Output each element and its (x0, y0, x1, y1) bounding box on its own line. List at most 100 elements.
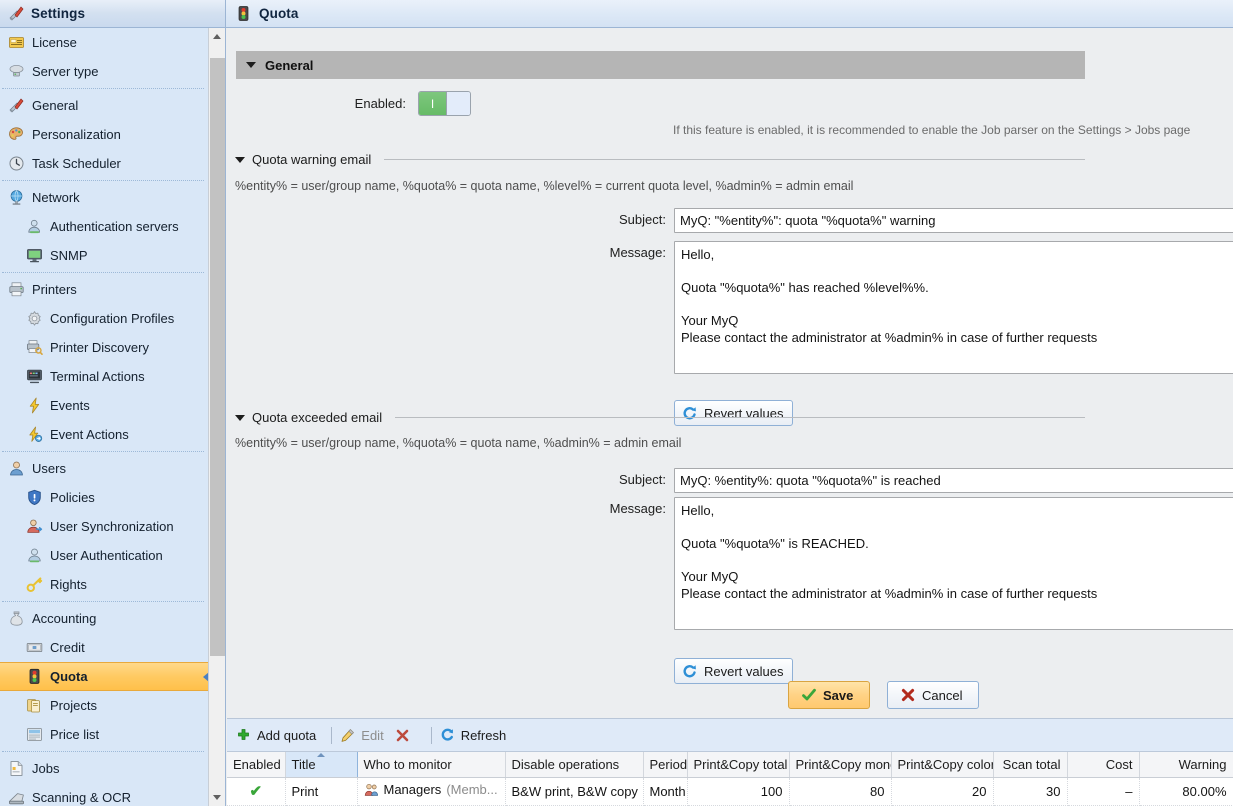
sidebar-item-label: Events (50, 398, 90, 413)
sidebar-item-configuration-profiles[interactable]: Configuration Profiles (0, 304, 208, 333)
column-header-cost[interactable]: Cost (1067, 752, 1139, 777)
sidebar-item-personalization[interactable]: Personalization (0, 120, 208, 149)
scrollbar-thumb[interactable] (210, 58, 225, 656)
cancel-button[interactable]: Cancel (887, 681, 979, 709)
column-header-scan-total[interactable]: Scan total (993, 752, 1067, 777)
sidebar-item-general[interactable]: General (0, 91, 208, 120)
monitor-icon (26, 247, 43, 264)
sidebar-item-label: Policies (50, 490, 95, 505)
column-header-print-copy-mono[interactable]: Print&Copy mono (789, 752, 891, 777)
sidebar-separator (2, 601, 204, 602)
general-hint: If this feature is enabled, it is recomm… (673, 123, 1233, 137)
sidebar-scrollbar[interactable] (208, 28, 225, 806)
sidebar-item-policies[interactable]: Policies (0, 483, 208, 512)
table-row[interactable]: ✔PrintManagers(Memb...B&W print, B&W cop… (227, 777, 1233, 805)
cell-warning-text: 80.00% (1182, 784, 1226, 799)
column-header-label: Period (650, 757, 688, 772)
exceeded-message-textarea[interactable] (674, 497, 1233, 630)
sidebar-item-credit[interactable]: Credit (0, 633, 208, 662)
add-quota-button[interactable]: Add quota (234, 728, 325, 743)
scroll-up-icon[interactable] (209, 28, 225, 45)
sidebar-item-scanning-ocr[interactable]: Scanning & OCR (0, 783, 208, 806)
sidebar-item-price-list[interactable]: Price list (0, 720, 208, 749)
warning-email-legend: %entity% = user/group name, %quota% = qu… (235, 179, 853, 193)
sidebar-item-projects[interactable]: Projects (0, 691, 208, 720)
check-icon: ✔ (249, 783, 262, 800)
cell-enabled: ✔ (227, 777, 285, 805)
sidebar-item-printer-discovery[interactable]: Printer Discovery (0, 333, 208, 362)
sidebar-item-terminal-actions[interactable]: Terminal Actions (0, 362, 208, 391)
sidebar-item-user-authentication[interactable]: User Authentication (0, 541, 208, 570)
delete-button[interactable] (393, 728, 425, 743)
edit-button[interactable]: Edit (338, 728, 392, 743)
sidebar-item-printers[interactable]: Printers (0, 275, 208, 304)
exceeded-email-group-header[interactable]: Quota exceeded email (235, 410, 1085, 425)
cell-scan-total-text: 30 (1046, 784, 1060, 799)
column-header-print-copy-total[interactable]: Print&Copy total (687, 752, 789, 777)
column-header-who-to-monitor[interactable]: Who to monitor (357, 752, 505, 777)
sidebar-item-user-synchronization[interactable]: User Synchronization (0, 512, 208, 541)
check-icon (801, 687, 817, 703)
save-label: Save (823, 688, 853, 703)
tools-icon (8, 97, 25, 114)
exceeded-message-label: Message: (236, 497, 666, 516)
toggle-on-state: I (419, 92, 447, 115)
server-cloud-icon (8, 63, 25, 80)
column-header-title[interactable]: Title (285, 752, 357, 777)
sidebar-item-label: Projects (50, 698, 97, 713)
divider (395, 417, 1085, 418)
chevron-down-icon (235, 415, 245, 421)
sidebar-item-label: Rights (50, 577, 87, 592)
sidebar-item-snmp[interactable]: SNMP (0, 241, 208, 270)
scroll-down-icon[interactable] (209, 789, 225, 806)
warning-subject-input[interactable] (674, 208, 1233, 233)
exceeded-subject-row: Subject: (236, 468, 1233, 493)
sidebar-item-event-actions[interactable]: Event Actions (0, 420, 208, 449)
sidebar-item-authentication-servers[interactable]: Authentication servers (0, 212, 208, 241)
sidebar-item-label: General (32, 98, 78, 113)
enabled-toggle[interactable]: I (418, 91, 471, 116)
sidebar-item-network[interactable]: Network (0, 183, 208, 212)
divider (331, 727, 332, 744)
sidebar-item-jobs[interactable]: Jobs (0, 754, 208, 783)
sidebar-item-label: Scanning & OCR (32, 790, 131, 805)
user-sync-icon (26, 518, 43, 535)
warning-message-textarea[interactable] (674, 241, 1233, 374)
general-section-header[interactable]: General (236, 51, 1085, 79)
exceeded-subject-input[interactable] (674, 468, 1233, 493)
sidebar-item-quota[interactable]: Quota (0, 662, 208, 691)
exceeded-revert-values-button[interactable]: Revert values (674, 658, 793, 684)
key-icon (26, 576, 43, 593)
sidebar-item-task-scheduler[interactable]: Task Scheduler (0, 149, 208, 178)
sidebar-item-users[interactable]: Users (0, 454, 208, 483)
sidebar-item-server-type[interactable]: Server type (0, 57, 208, 86)
sidebar-item-label: Event Actions (50, 427, 129, 442)
save-button[interactable]: Save (788, 681, 870, 709)
money-bag-icon (8, 610, 25, 627)
column-header-disable-operations[interactable]: Disable operations (505, 752, 643, 777)
cell-print-copy-mono-text: 80 (870, 784, 884, 799)
column-header-label: Warning (1179, 757, 1227, 772)
refresh-icon (440, 728, 455, 743)
printer-search-icon (26, 339, 43, 356)
cell-print-copy-color: 20 (891, 777, 993, 805)
divider (384, 159, 1085, 160)
exceeded-revert-label: Revert values (704, 664, 783, 679)
warning-email-group-header[interactable]: Quota warning email (235, 152, 1085, 167)
cell-period-text: Month (650, 784, 686, 799)
plus-icon (236, 728, 251, 743)
warning-subject-label: Subject: (236, 208, 666, 227)
sidebar-item-rights[interactable]: Rights (0, 570, 208, 599)
sidebar-item-events[interactable]: Events (0, 391, 208, 420)
cell-print-copy-total: 100 (687, 777, 789, 805)
lightning-action-icon (26, 426, 43, 443)
cell-title: Print (285, 777, 357, 805)
column-header-print-copy-color[interactable]: Print&Copy color (891, 752, 993, 777)
column-header-enabled[interactable]: Enabled (227, 752, 285, 777)
column-header-period[interactable]: Period (643, 752, 687, 777)
sidebar-item-accounting[interactable]: Accounting (0, 604, 208, 633)
column-header-warning[interactable]: Warning (1139, 752, 1233, 777)
sidebar-item-license[interactable]: License (0, 28, 208, 57)
quota-toolbar: Add quota Edit (227, 719, 1233, 752)
refresh-button[interactable]: Refresh (438, 728, 516, 743)
